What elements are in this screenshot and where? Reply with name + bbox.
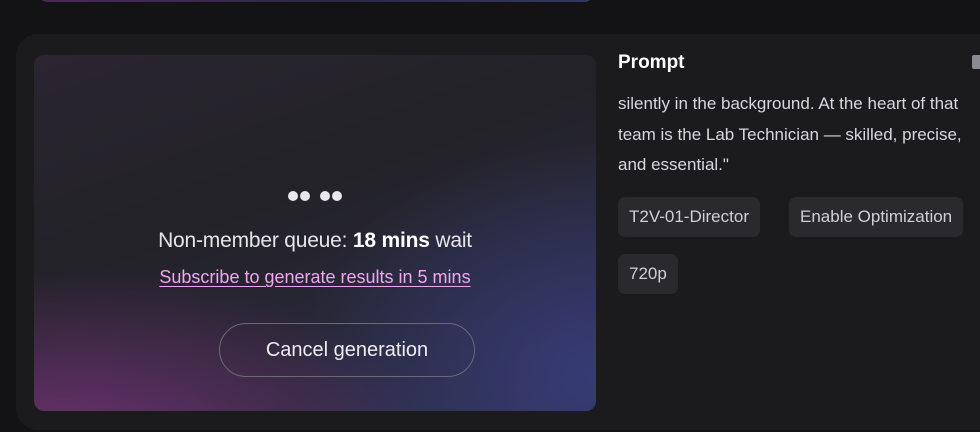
loading-dot <box>300 191 310 201</box>
prompt-text: silently in the background. At the heart… <box>618 94 962 174</box>
resolution-tag[interactable]: 720p <box>618 254 678 294</box>
loading-dots-left <box>288 191 310 201</box>
loading-dot <box>288 191 298 201</box>
loading-dot <box>320 191 330 201</box>
copy-icon[interactable] <box>972 55 980 69</box>
loading-indicator <box>34 191 596 201</box>
subscribe-link[interactable]: Subscribe to generate results in 5 mins <box>34 267 596 288</box>
queue-suffix: wait <box>429 229 472 252</box>
cancel-generation-button[interactable]: Cancel generation <box>219 323 475 377</box>
queue-status: Non-member queue: 18 mins wait <box>34 229 596 253</box>
model-tag[interactable]: T2V-01-Director <box>618 197 760 237</box>
queue-prefix: Non-member queue: <box>158 229 353 252</box>
loading-dots-right <box>320 191 342 201</box>
previous-result-card-edge <box>38 0 594 2</box>
prompt-title: Prompt <box>618 52 685 73</box>
loading-dot <box>332 191 342 201</box>
optimization-tag[interactable]: Enable Optimization <box>789 197 964 237</box>
video-preview-placeholder: Non-member queue: 18 mins wait Subscribe… <box>34 55 596 411</box>
queue-time: 18 mins <box>352 229 430 252</box>
